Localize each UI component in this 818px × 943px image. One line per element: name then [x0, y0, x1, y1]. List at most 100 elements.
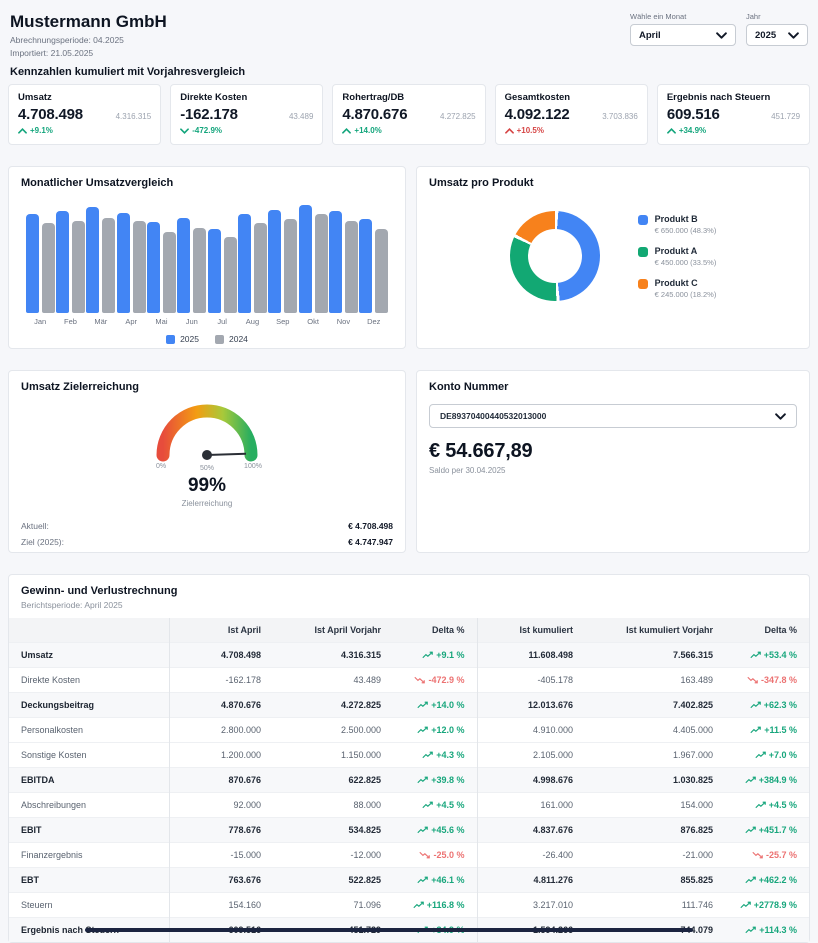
ist-kumuliert-vorjahr-cell: 7.402.825	[585, 693, 725, 718]
donut-legend-label: Produkt B	[655, 214, 717, 224]
row-label: Steuern	[9, 893, 169, 918]
trend-up-icon	[755, 751, 766, 759]
kpi-delta-value: +10.5%	[517, 126, 544, 135]
bar-2025	[299, 205, 312, 313]
bar-chart-legend: 2025 2024	[21, 334, 393, 344]
gauge-tick-50: 50%	[200, 465, 214, 471]
kpi-title: Gesamtkosten	[505, 92, 638, 103]
delta-april-cell: +46.1 %	[393, 868, 477, 893]
x-axis-label: Dez	[359, 317, 389, 326]
trend-up-icon	[745, 776, 756, 784]
delta-kumuliert-cell: -347.8 %	[725, 668, 809, 693]
delta-april-cell: +39.8 %	[393, 768, 477, 793]
trend-up-icon	[755, 801, 766, 809]
donut-legend-label: Produkt A	[655, 246, 717, 256]
goal-row: Ziel (2025): € 4.747.947	[21, 534, 393, 550]
x-axis-label: Nov	[328, 317, 358, 326]
month-select-value: April	[639, 30, 661, 41]
kpi-delta-value: -472.9%	[192, 126, 222, 135]
ist-april-cell: 2.800.000	[169, 718, 273, 743]
delta-badge: +53.4 %	[750, 650, 797, 660]
ist-april-vorjahr-cell: 71.096	[273, 893, 393, 918]
bar-group	[328, 205, 358, 313]
delta-badge: +9.1 %	[422, 650, 464, 660]
ist-april-vorjahr-cell: 43.489	[273, 668, 393, 693]
delta-kumuliert-cell: +462.2 %	[725, 868, 809, 893]
ist-april-vorjahr-cell: 1.150.000	[273, 743, 393, 768]
month-select[interactable]: April	[630, 24, 736, 46]
bar-group	[268, 205, 298, 313]
x-axis-label: Sep	[268, 317, 298, 326]
table-column-header: Ist April	[169, 618, 273, 643]
table-body: Umsatz 4.708.498 4.316.315 +9.1 % 11.608…	[9, 643, 809, 943]
ist-april-cell: -15.000	[169, 843, 273, 868]
trend-up-icon	[422, 651, 433, 659]
gauge-needle	[207, 454, 246, 455]
kpi-delta-value: +34.9%	[679, 126, 706, 135]
table-column-header: Delta %	[393, 618, 477, 643]
x-axis-label: Jan	[25, 317, 55, 326]
legend-swatch	[215, 335, 224, 344]
delta-kumuliert-cell: +4.5 %	[725, 793, 809, 818]
table-row: Direkte Kosten -162.178 43.489 -472.9 % …	[9, 668, 809, 693]
legend-label: 2024	[229, 334, 248, 344]
kpi-delta: -472.9%	[180, 126, 313, 135]
goal-row-label: Ziel (2025):	[21, 537, 64, 547]
ist-kumuliert-vorjahr-cell: 7.566.315	[585, 643, 725, 668]
x-axis-label: Jun	[177, 317, 207, 326]
ist-april-cell: 92.000	[169, 793, 273, 818]
delta-badge: +12.0 %	[417, 725, 464, 735]
month-select-label: Wähle ein Monat	[630, 12, 736, 21]
table-column-header: Delta %	[725, 618, 809, 643]
table-row: EBIT 778.676 534.825 +45.6 % 4.837.676 8…	[9, 818, 809, 843]
delta-kumuliert-cell: +384.9 %	[725, 768, 809, 793]
trend-down-icon	[752, 851, 763, 859]
delta-badge: +4.5 %	[755, 800, 797, 810]
delta-badge: +4.3 %	[422, 750, 464, 760]
ist-kumuliert-cell: 4.837.676	[477, 818, 585, 843]
table-subtitle: Berichtsperiode: April 2025	[21, 600, 797, 610]
year-select[interactable]: 2025	[746, 24, 808, 46]
trend-down-icon	[419, 851, 430, 859]
chevron-up-icon	[505, 128, 514, 134]
trend-up-icon	[750, 701, 761, 709]
kpi-value: 4.708.498	[18, 106, 83, 123]
ist-kumuliert-cell: 3.217.010	[477, 893, 585, 918]
trend-up-icon	[417, 701, 428, 709]
bar-group	[177, 205, 207, 313]
ist-kumuliert-cell: -405.178	[477, 668, 585, 693]
bar-2025	[177, 218, 190, 313]
donut-chart-title: Umsatz pro Produkt	[429, 177, 797, 189]
bar-2024	[284, 219, 297, 313]
row-label: EBITDA	[9, 768, 169, 793]
page-title: Mustermann GmbH	[10, 12, 167, 32]
delta-badge: +62.3 %	[750, 700, 797, 710]
kpi-card: Direkte Kosten -162.178 43.489 -472.9%	[170, 84, 323, 145]
delta-badge: +462.2 %	[745, 875, 797, 885]
trend-up-icon	[740, 901, 751, 909]
gauge-title: Umsatz Zielerreichung	[21, 381, 393, 393]
ist-kumuliert-cell: 4.998.676	[477, 768, 585, 793]
chevron-down-icon	[788, 32, 799, 39]
delta-badge: -25.7 %	[752, 850, 797, 860]
delta-april-cell: +9.1 %	[393, 643, 477, 668]
ist-april-vorjahr-cell: 88.000	[273, 793, 393, 818]
donut-legend-item: Produkt C € 245.000 (18.2%)	[638, 278, 717, 299]
bar-group	[25, 205, 55, 313]
legend-item: 2024	[215, 334, 248, 344]
account-card: Konto Nummer DE89370400440532013000 € 54…	[416, 370, 810, 553]
delta-april-cell: +45.6 %	[393, 818, 477, 843]
ist-kumuliert-vorjahr-cell: 876.825	[585, 818, 725, 843]
ist-april-cell: 154.160	[169, 893, 273, 918]
gauge-chart: 0% 50% 100%	[143, 395, 271, 471]
bar-group	[86, 205, 116, 313]
monthly-revenue-card: Monatlicher Umsatzvergleich	[8, 166, 406, 349]
bar-group	[359, 205, 389, 313]
trend-up-icon	[417, 876, 428, 884]
delta-badge: +11.5 %	[750, 725, 797, 735]
goal-row-label: Aktuell:	[21, 521, 49, 531]
ist-kumuliert-cell: 11.608.498	[477, 643, 585, 668]
account-select[interactable]: DE89370400440532013000	[429, 404, 797, 428]
x-axis-label: Mai	[146, 317, 176, 326]
trend-down-icon	[414, 676, 425, 684]
